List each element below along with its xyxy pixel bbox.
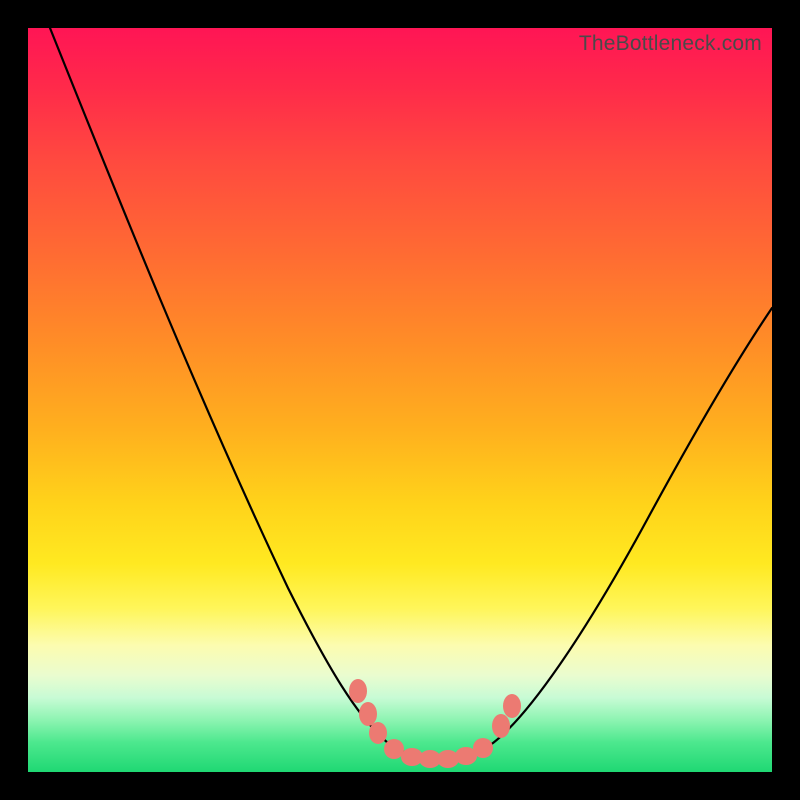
plot-area: TheBottleneck.com — [28, 28, 772, 772]
bottleneck-curve — [50, 28, 772, 759]
curve-layer — [28, 28, 772, 772]
marker-dot — [349, 679, 367, 703]
chart-frame: TheBottleneck.com — [0, 0, 800, 800]
marker-dot — [384, 739, 404, 759]
marker-group — [349, 679, 521, 768]
marker-dot — [473, 738, 493, 758]
marker-dot — [359, 702, 377, 726]
marker-dot — [492, 714, 510, 738]
marker-dot — [503, 694, 521, 718]
marker-dot — [369, 722, 387, 744]
